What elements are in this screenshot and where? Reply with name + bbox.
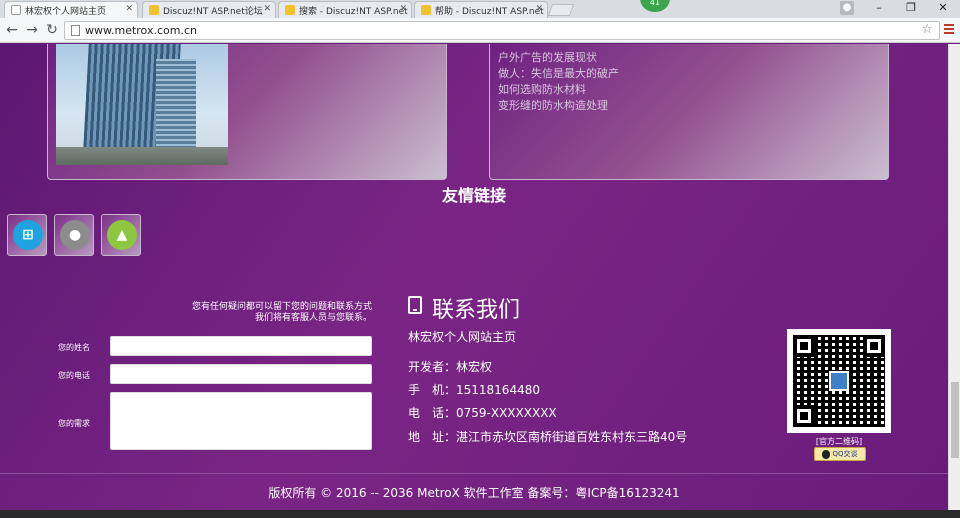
browser-menu-icon[interactable] [944,24,954,36]
reload-icon[interactable]: ↻ [44,22,60,38]
bookmark-star-icon[interactable]: ☆ [921,22,933,37]
phone-label: 您的电话 [58,371,90,380]
minimize-icon[interactable]: – [866,0,892,16]
browser-toolbar: ← → ↻ www.metrox.com.cn ☆ [0,18,960,43]
taskbar-strip [0,510,960,518]
tab-discuz-search[interactable]: 搜索 - Discuz!NT ASP.net ✕ [278,1,412,18]
forward-arrow-icon[interactable]: → [24,22,40,38]
page-content: 户外广告的发展现状 做人：失信是最大的破产 如何选购防水材料 变形缝的防水构造处… [0,44,948,510]
qr-code [787,329,891,433]
profile-icon[interactable]: ● [840,1,854,15]
scrollbar-thumb[interactable] [951,382,959,458]
tab-title: 帮助 - Discuz!NT ASP.net [435,7,544,17]
windows-icon: ⊞ [13,220,43,250]
footer-divider [0,473,948,474]
discuz-favicon-icon [149,5,159,15]
need-textarea[interactable] [110,392,372,450]
contact-heading: 联系我们 [432,298,521,323]
qq-chat-label: QQ交谈 [832,450,858,458]
building-photo[interactable] [56,44,228,165]
news-link[interactable]: 变形缝的防水构造处理 [498,97,608,113]
tab-title: Discuz!NT ASP.net论坛 [163,7,263,17]
news-link[interactable]: 做人：失信是最大的破产 [498,65,619,81]
featured-image-panel [47,44,447,180]
telephone-text: 电 话：0759-XXXXXXXX [408,406,557,420]
close-tab-icon[interactable]: ✕ [535,4,543,14]
copyright-text: 版权所有 © 2016 -- 2036 MetroX 软件工作室 备案号：粤IC… [268,486,680,500]
tab-discuz-help[interactable]: 帮助 - Discuz!NT ASP.net ✕ [414,1,548,18]
phone-icon [408,296,422,314]
back-arrow-icon[interactable]: ← [4,22,20,38]
qq-chat-button[interactable]: QQ交谈 [814,447,866,461]
extension-badge[interactable]: 41 [640,0,670,12]
form-intro-line2: 我们将有客服人员与您联系。 [254,313,372,323]
tab-strip: 林宏权个人网站主页 ✕ Discuz!NT ASP.net论坛 ✕ 搜索 - D… [0,0,960,18]
close-tab-icon[interactable]: ✕ [263,4,271,14]
close-tab-icon[interactable]: ✕ [399,4,407,14]
discuz-favicon-icon [285,5,295,15]
tab-discuz-forum[interactable]: Discuz!NT ASP.net论坛 ✕ [142,1,276,18]
need-label: 您的需求 [58,419,90,428]
developer-text: 开发者：林宏权 [408,360,493,374]
qr-caption: [官方二维码] [815,437,863,446]
site-name: 林宏权个人网站主页 [408,330,517,344]
android-link[interactable]: ▲ [101,214,141,256]
name-input[interactable] [110,336,372,356]
url-text: www.metrox.com.cn [85,24,197,37]
address-text: 地 址：湛江市赤坎区南桥街道百姓东村东三路40号 [408,430,688,444]
android-icon: ▲ [107,220,137,250]
vertical-scrollbar[interactable] [948,44,960,510]
tab-title: 林宏权个人网站主页 [25,7,107,17]
restore-icon[interactable]: ❐ [898,0,924,16]
apple-link[interactable]: ● [54,214,94,256]
news-link[interactable]: 户外广告的发展现状 [498,49,597,65]
page-favicon-icon [11,5,21,15]
friend-links-heading: 友情链接 [441,186,506,205]
close-tab-icon[interactable]: ✕ [125,4,133,14]
discuz-favicon-icon [421,5,431,15]
apple-icon: ● [60,220,90,250]
close-window-icon[interactable]: ✕ [930,0,956,16]
address-bar[interactable]: www.metrox.com.cn ☆ [64,21,940,40]
windows-link[interactable]: ⊞ [7,214,47,256]
new-tab-button[interactable] [547,4,575,16]
qr-logo-icon [829,371,849,391]
news-link[interactable]: 如何选购防水材料 [498,81,586,97]
mobile-text: 手 机：15118164480 [408,383,540,397]
page-icon [71,25,80,36]
qq-penguin-icon [822,449,831,459]
phone-input[interactable] [110,364,372,384]
name-label: 您的姓名 [58,343,90,352]
tab-title: 搜索 - Discuz!NT ASP.net [299,7,408,17]
news-panel: 户外广告的发展现状 做人：失信是最大的破产 如何选购防水材料 变形缝的防水构造处… [489,44,889,180]
tab-home[interactable]: 林宏权个人网站主页 ✕ [4,1,138,18]
